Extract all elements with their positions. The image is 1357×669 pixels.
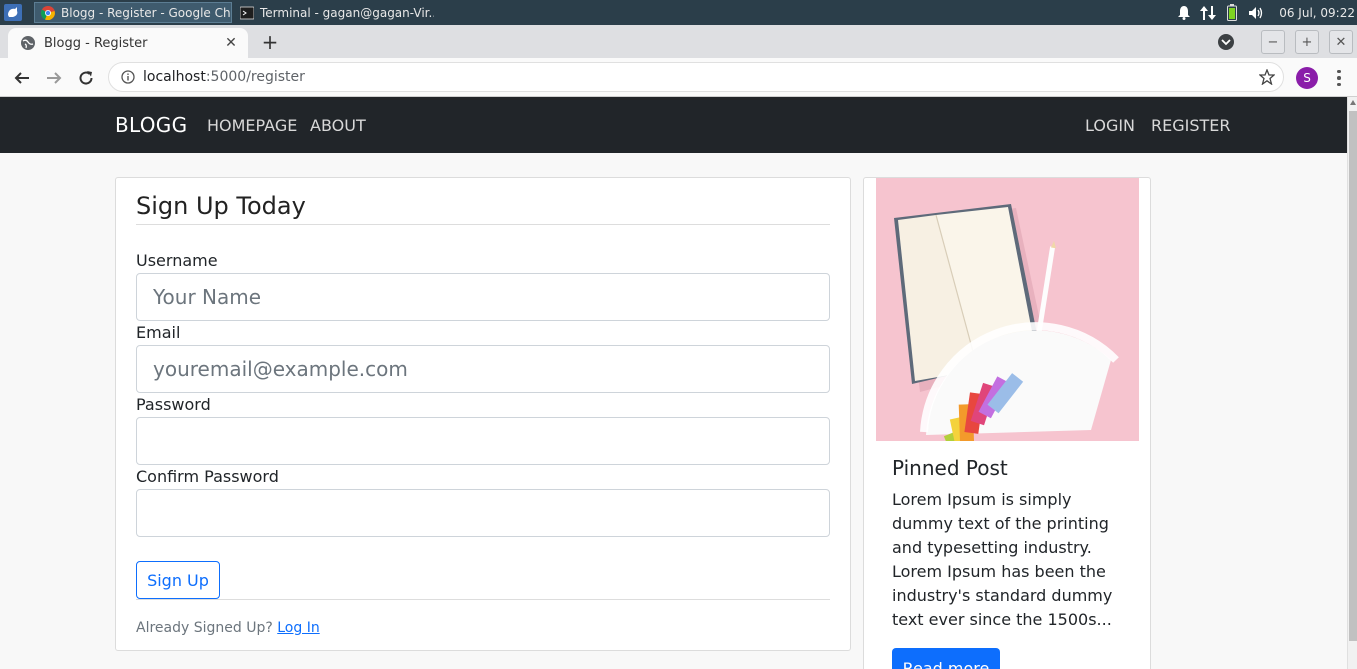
site-navbar: BLOGG HOMEPAGE ABOUT LOGIN REGISTER — [0, 97, 1347, 153]
globe-icon — [21, 36, 35, 50]
system-tray: 06 Jul, 09:22 — [1175, 0, 1357, 25]
password-label: Password — [136, 395, 211, 414]
taskbar-item-label: Blogg - Register - Google Chr... — [61, 5, 232, 20]
minimize-button[interactable]: − — [1261, 30, 1285, 54]
form-title: Sign Up Today — [136, 192, 306, 220]
email-label: Email — [136, 323, 181, 342]
pinned-post-image — [876, 178, 1139, 441]
confirm-password-label: Confirm Password — [136, 467, 279, 486]
bookmark-star-icon[interactable] — [1259, 69, 1275, 85]
profile-avatar[interactable]: S — [1296, 67, 1318, 89]
password-input[interactable] — [136, 417, 830, 465]
page-viewport: BLOGG HOMEPAGE ABOUT LOGIN REGISTER Sign… — [0, 97, 1347, 669]
read-more-button[interactable]: Read more — [892, 648, 1000, 669]
address-bar[interactable]: localhost:5000/register — [108, 62, 1284, 92]
pinned-post-text: Lorem Ipsum is simply dummy text of the … — [892, 490, 1113, 629]
browser-tabbar: Blogg - Register ✕ + − + ✕ — [0, 25, 1357, 58]
nav-link-register[interactable]: REGISTER — [1151, 116, 1231, 135]
tab-search-icon[interactable] — [1217, 33, 1235, 51]
log-in-link[interactable]: Log In — [277, 620, 319, 636]
already-signed-up-label: Already Signed Up? — [136, 620, 273, 636]
browser-toolbar: localhost:5000/register S — [0, 58, 1357, 97]
url-host: localhost — [143, 69, 206, 85]
nav-link-login[interactable]: LOGIN — [1085, 116, 1135, 135]
close-tab-icon[interactable]: ✕ — [222, 34, 240, 52]
notebook-color-swatch-illustration — [876, 178, 1139, 441]
notification-bell-icon[interactable] — [1175, 4, 1193, 22]
divider — [136, 599, 830, 600]
chrome-icon — [41, 5, 55, 20]
confirm-password-input[interactable] — [136, 489, 830, 537]
back-button[interactable] — [11, 67, 33, 89]
new-tab-button[interactable]: + — [258, 30, 282, 54]
scroll-up-arrow-icon[interactable] — [1350, 100, 1356, 105]
forward-arrow-icon — [47, 72, 62, 84]
email-input[interactable] — [136, 345, 830, 393]
pinned-post-card: Pinned Post Lorem Ipsum is simply dummy … — [863, 177, 1151, 669]
site-info-icon[interactable] — [121, 70, 135, 84]
already-signed-up-text: Already Signed Up? Log In — [136, 620, 320, 636]
reload-icon — [79, 71, 93, 85]
scrollbar-thumb[interactable] — [1349, 111, 1357, 641]
taskbar-item-terminal[interactable]: Terminal - gagan@gagan-Vir... — [234, 2, 434, 23]
divider — [136, 224, 830, 225]
browser-tab-active[interactable]: Blogg - Register ✕ — [8, 28, 248, 58]
username-label: Username — [136, 251, 218, 270]
site-brand[interactable]: BLOGG — [115, 113, 187, 137]
terminal-icon — [240, 6, 254, 19]
browser-menu-icon[interactable] — [1331, 67, 1347, 89]
nav-link-homepage[interactable]: HOMEPAGE — [207, 116, 297, 135]
page-scrollbar[interactable] — [1347, 97, 1357, 669]
clock[interactable]: 06 Jul, 09:22 — [1279, 6, 1355, 20]
username-input[interactable] — [136, 273, 830, 321]
maximize-button[interactable]: + — [1295, 30, 1319, 54]
volume-icon[interactable] — [1247, 4, 1265, 22]
tab-title: Blogg - Register — [44, 35, 148, 51]
pinned-post-title: Pinned Post — [892, 456, 1008, 480]
close-window-button[interactable]: ✕ — [1329, 30, 1353, 54]
whisker-menu-icon[interactable] — [4, 4, 22, 21]
url-path: :5000/register — [205, 69, 305, 85]
taskbar-item-label: Terminal - gagan@gagan-Vir... — [260, 5, 434, 20]
taskbar-item-chrome[interactable]: Blogg - Register - Google Chr... — [34, 2, 232, 23]
reload-button[interactable] — [75, 67, 97, 89]
battery-icon[interactable] — [1223, 4, 1241, 22]
network-icon[interactable] — [1199, 4, 1217, 22]
forward-button[interactable] — [43, 67, 65, 89]
window-controls: − + ✕ — [1217, 30, 1353, 54]
os-taskbar: Blogg - Register - Google Chr... Termina… — [0, 0, 1357, 25]
sign-up-button[interactable]: Sign Up — [136, 561, 220, 599]
back-arrow-icon — [14, 72, 29, 84]
nav-link-about[interactable]: ABOUT — [310, 116, 366, 135]
register-form-card: Sign Up Today Username Email Password Co… — [115, 177, 851, 651]
